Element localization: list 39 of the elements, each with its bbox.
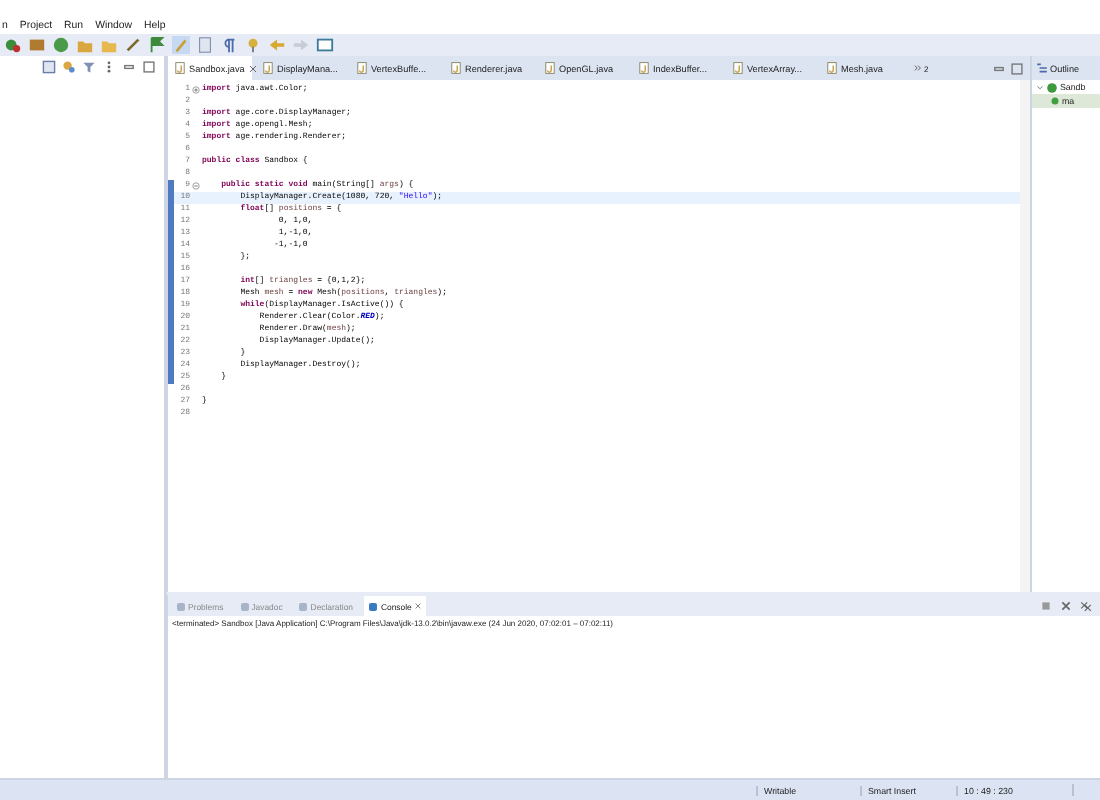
close-icon[interactable] [413,602,422,610]
pencil-icon[interactable] [172,36,190,54]
java-file-icon [826,62,838,74]
arrow-left-icon[interactable] [268,36,286,54]
outline-icon [1036,62,1048,74]
java-file-icon [262,62,274,74]
method-icon [1050,96,1060,106]
pilcrow-icon[interactable] [220,36,238,54]
maximize-icon[interactable] [1010,61,1024,75]
remove-all-icon[interactable] [1080,600,1092,612]
java-file-icon [544,62,556,74]
flag-icon[interactable] [148,36,166,54]
scrollbar[interactable] [1020,80,1030,592]
link-icon[interactable] [62,59,76,73]
chevron-down-icon[interactable] [1036,83,1044,91]
window-icon[interactable] [316,36,334,54]
stop-icon[interactable] [1040,600,1052,612]
remove-icon[interactable] [1060,600,1072,612]
tab-icon [176,601,186,611]
maximize-icon[interactable] [142,59,156,73]
close-icon[interactable] [247,63,258,73]
package-icon[interactable] [28,36,46,54]
java-file-icon [356,62,368,74]
class-icon [1046,81,1058,93]
minimize-icon[interactable] [992,61,1006,75]
java-file-icon [638,62,650,74]
collapse-fold-icon[interactable] [192,182,200,190]
java-file-icon [732,62,744,74]
tab-icon [298,601,309,611]
java-file-icon [174,62,186,74]
java-file-icon [450,62,462,74]
expand-fold-icon[interactable] [192,86,200,94]
tab-icon [368,601,379,611]
tab-icon [239,601,250,611]
page-icon[interactable] [196,36,214,54]
pin-icon[interactable] [244,36,262,54]
kebab-menu-icon[interactable] [102,59,116,73]
minimize-icon[interactable] [122,59,136,73]
collapse-icon[interactable] [42,59,56,73]
